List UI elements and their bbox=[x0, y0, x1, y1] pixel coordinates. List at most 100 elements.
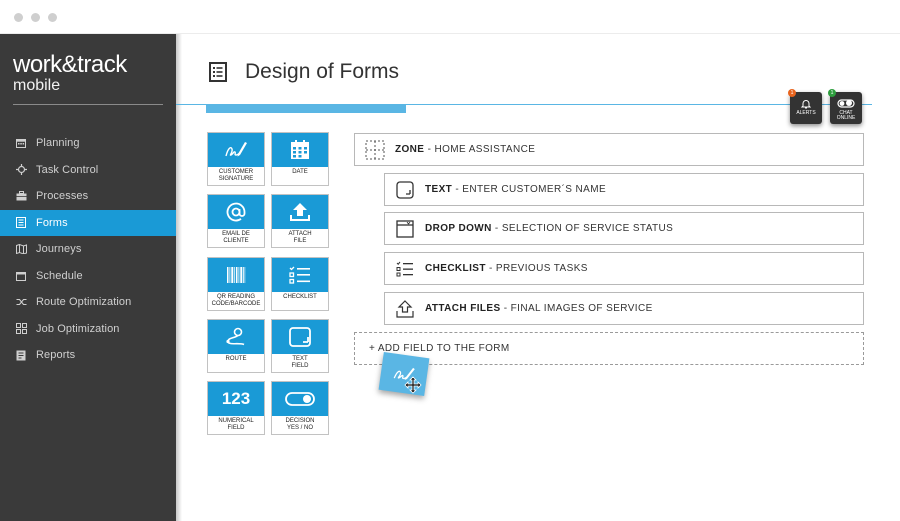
form-field-text[interactable]: TEXT - ENTER CUSTOMER´S NAME bbox=[384, 173, 864, 206]
grid-icon bbox=[15, 323, 27, 335]
form-icon bbox=[15, 217, 27, 229]
field-text: DROP DOWN - SELECTION OF SERVICE STATUS bbox=[425, 223, 674, 234]
palette-label: ATTACH FILE bbox=[288, 231, 312, 244]
sidebar-item-label: Route Optimization bbox=[36, 296, 132, 309]
logo-divider bbox=[13, 104, 163, 105]
palette-item-attach-file[interactable]: ATTACH FILE bbox=[271, 194, 329, 248]
sidebar-item-label: Schedule bbox=[36, 269, 83, 282]
palette-item-email[interactable]: EMAIL DE CLIENTE bbox=[207, 194, 265, 248]
sidebar-item-reports[interactable]: Reports bbox=[0, 342, 176, 369]
sidebar-item-processes[interactable]: Processes bbox=[0, 183, 176, 210]
window-dot-icon[interactable] bbox=[48, 13, 57, 22]
sidebar-item-label: Journeys bbox=[36, 243, 82, 256]
palette-item-decision[interactable]: DECISION YES / NO bbox=[271, 381, 329, 435]
palette-item-signature[interactable]: CUSTOMER SIGNATURE bbox=[207, 132, 265, 186]
sidebar-item-label: Processes bbox=[36, 190, 89, 203]
form-field-attach-files[interactable]: ATTACH FILES - FINAL IMAGES OF SERVICE bbox=[384, 292, 864, 325]
window-dot-icon[interactable] bbox=[14, 13, 23, 22]
dropdown-icon bbox=[395, 219, 415, 239]
sidebar-item-task-control[interactable]: Task Control bbox=[0, 157, 176, 184]
palette-header-bar bbox=[206, 104, 406, 113]
form-field-dropdown[interactable]: DROP DOWN - SELECTION OF SERVICE STATUS bbox=[384, 212, 864, 245]
numeric-icon: 123 bbox=[221, 389, 251, 408]
palette-label: CUSTOMER SIGNATURE bbox=[218, 169, 254, 182]
alerts-count-badge: 1 bbox=[788, 89, 796, 97]
sidebar-shadow bbox=[176, 34, 182, 521]
bell-icon bbox=[801, 100, 811, 109]
alerts-button[interactable]: 1 ALERTS bbox=[788, 89, 822, 124]
briefcase-icon bbox=[15, 190, 27, 202]
palette-label: CHECKLIST bbox=[283, 294, 317, 300]
palette-item-numerical-field[interactable]: 123 NUMERICAL FIELD bbox=[207, 381, 265, 435]
palette-tile bbox=[208, 320, 264, 354]
chat-count-badge: 1 bbox=[828, 89, 836, 97]
sidebar-item-journeys[interactable]: Journeys bbox=[0, 236, 176, 263]
palette-item-route[interactable]: ROUTE bbox=[207, 319, 265, 373]
window-titlebar bbox=[0, 0, 900, 34]
sidebar-item-schedule[interactable]: Schedule bbox=[0, 263, 176, 290]
sidebar-item-route-optimization[interactable]: Route Optimization bbox=[0, 289, 176, 316]
field-text: CHECKLIST - PREVIOUS TASKS bbox=[425, 263, 588, 274]
chat-label: CHAT ONLINE bbox=[836, 110, 856, 121]
at-icon bbox=[226, 202, 246, 222]
sidebar-item-label: Job Optimization bbox=[36, 322, 120, 335]
upload-icon bbox=[290, 203, 310, 221]
zone-icon bbox=[365, 140, 385, 160]
toggle-icon bbox=[837, 99, 855, 108]
form-zone-row[interactable]: ZONE - HOME ASSISTANCE bbox=[354, 133, 864, 166]
sidebar-item-label: Reports bbox=[36, 349, 76, 362]
alerts-label: ALERTS bbox=[796, 110, 816, 116]
sidebar-item-label: Forms bbox=[36, 216, 68, 229]
text-field-icon bbox=[395, 180, 415, 200]
sidebar-item-label: Planning bbox=[36, 137, 80, 150]
sidebar-item-forms[interactable]: Forms bbox=[0, 209, 176, 236]
brand-name: work&track bbox=[13, 51, 127, 78]
zone-text: ZONE - HOME ASSISTANCE bbox=[395, 144, 536, 155]
add-field-dropzone[interactable]: + ADD FIELD TO THE FORM bbox=[354, 332, 864, 365]
palette-item-text-field[interactable]: TEXT FIELD bbox=[271, 319, 329, 373]
palette-label: NUMERICAL FIELD bbox=[218, 418, 254, 431]
chat-button[interactable]: 1 CHAT ONLINE bbox=[828, 89, 862, 124]
brand-subname: mobile bbox=[13, 77, 61, 94]
palette-label: TEXT FIELD bbox=[291, 356, 309, 369]
checklist-icon bbox=[395, 259, 415, 279]
palette-tile bbox=[272, 320, 328, 354]
window-dot-icon[interactable] bbox=[31, 13, 40, 22]
field-text: ATTACH FILES - FINAL IMAGES OF SERVICE bbox=[425, 303, 653, 314]
brand-logo[interactable]: work&track mobile bbox=[13, 52, 127, 94]
calendar-icon bbox=[291, 140, 309, 159]
map-icon bbox=[15, 243, 27, 255]
field-text: TEXT - ENTER CUSTOMER´S NAME bbox=[425, 184, 607, 195]
page-title: Design of Forms bbox=[245, 60, 400, 83]
palette-item-date[interactable]: DATE bbox=[271, 132, 329, 186]
sidebar-item-planning[interactable]: Planning bbox=[0, 130, 176, 157]
signature-icon bbox=[225, 142, 247, 157]
palette-tile bbox=[272, 382, 328, 416]
form-field-checklist[interactable]: CHECKLIST - PREVIOUS TASKS bbox=[384, 252, 864, 285]
checklist-icon bbox=[289, 266, 310, 284]
text-field-icon bbox=[289, 327, 311, 347]
route-icon bbox=[15, 296, 27, 308]
sidebar-item-label: Task Control bbox=[36, 163, 99, 176]
palette-label: QR READING CODE/BARCODE bbox=[211, 294, 261, 307]
attach-icon bbox=[395, 299, 415, 319]
palette-item-barcode[interactable]: QR READING CODE/BARCODE bbox=[207, 257, 265, 311]
toggle-icon bbox=[285, 392, 315, 406]
palette-tile bbox=[208, 195, 264, 229]
route-icon bbox=[226, 327, 245, 346]
palette-tile bbox=[272, 195, 328, 229]
barcode-icon bbox=[227, 267, 246, 283]
palette-tile bbox=[208, 258, 264, 292]
sidebar: work&track mobile Planning Task Control … bbox=[0, 34, 176, 521]
palette-label: EMAIL DE CLIENTE bbox=[222, 231, 250, 244]
palette-tile: 123 bbox=[208, 382, 264, 416]
calendar-icon bbox=[15, 270, 27, 282]
palette-tile bbox=[208, 133, 264, 167]
form-icon bbox=[209, 62, 227, 87]
palette-label: ROUTE bbox=[225, 356, 247, 362]
report-icon bbox=[15, 349, 27, 361]
sidebar-item-job-optimization[interactable]: Job Optimization bbox=[0, 316, 176, 343]
palette-tile bbox=[272, 133, 328, 167]
palette-item-checklist[interactable]: CHECKLIST bbox=[271, 257, 329, 311]
palette-label: DATE bbox=[292, 169, 308, 175]
